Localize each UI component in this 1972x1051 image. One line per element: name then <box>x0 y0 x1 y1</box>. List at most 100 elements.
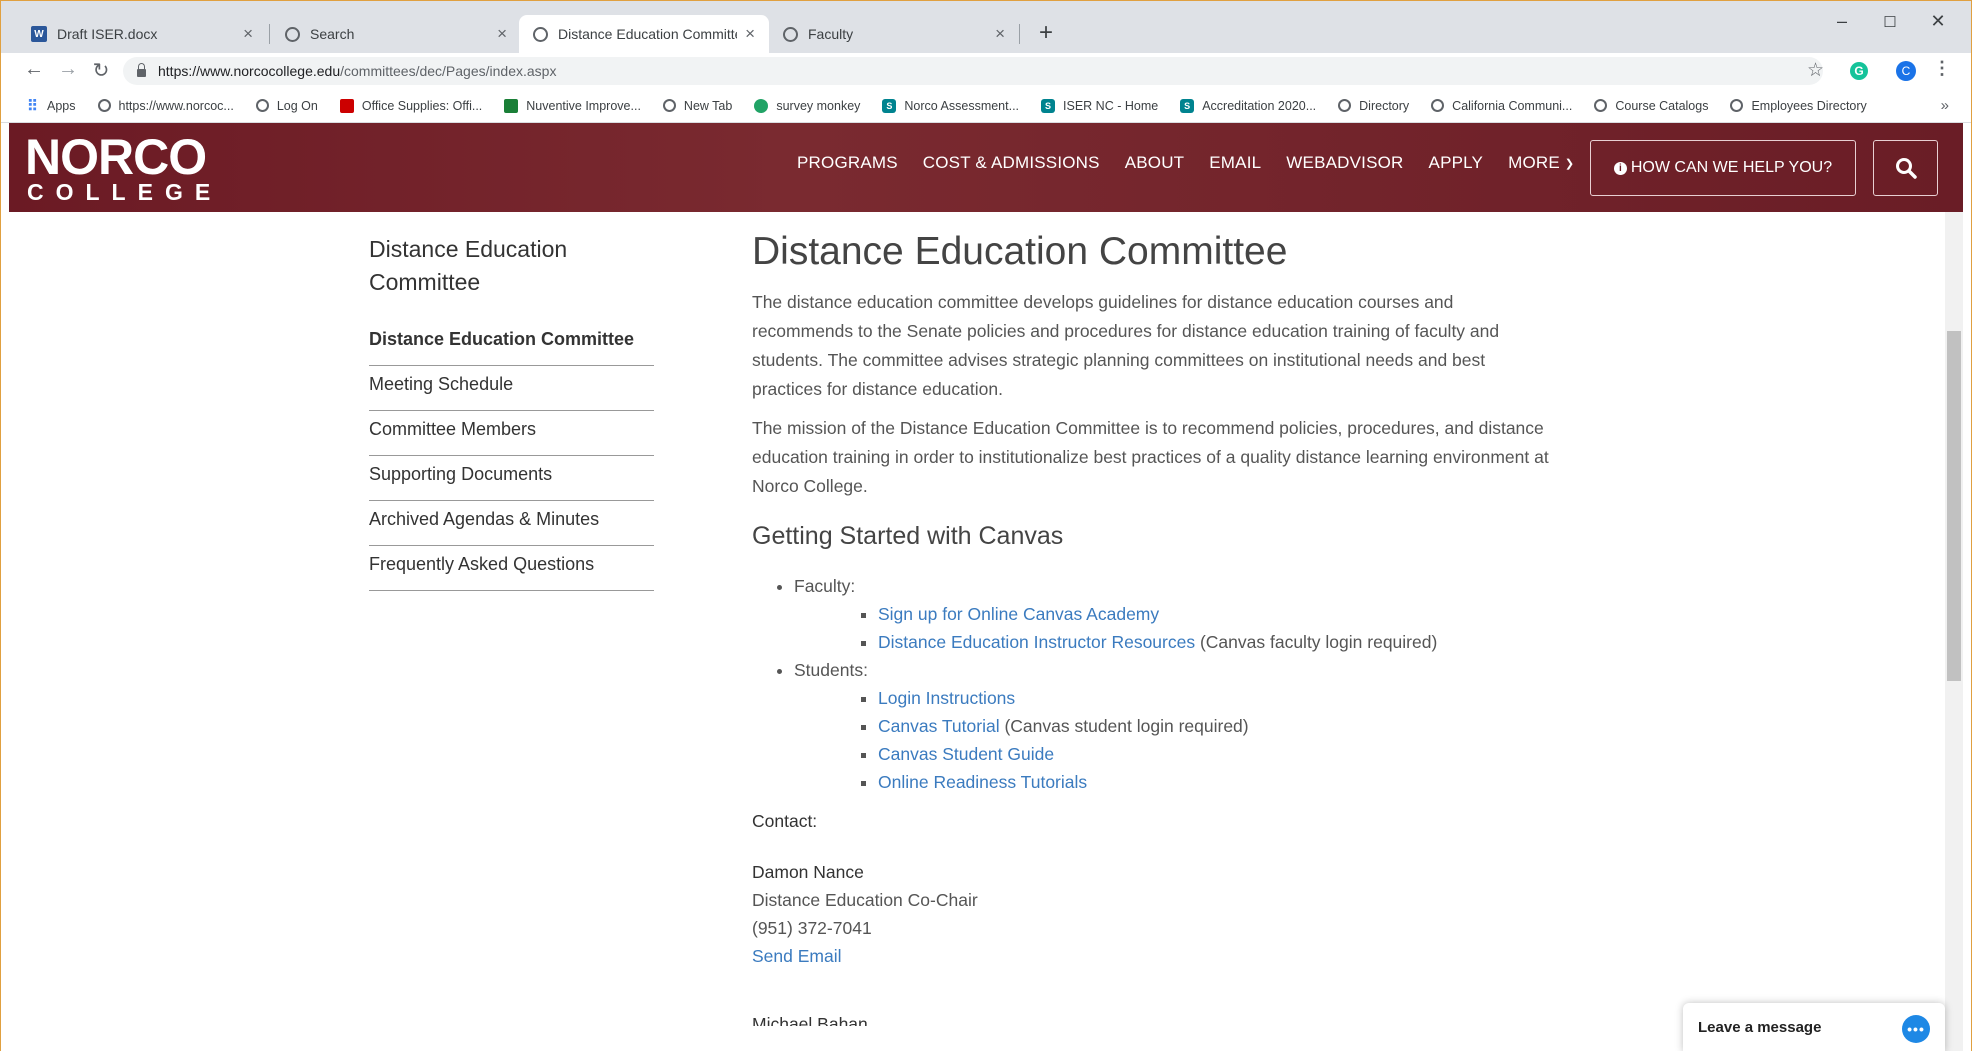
sidebar-item-archived-agendas-minutes[interactable]: Archived Agendas & Minutes <box>369 501 654 546</box>
back-icon[interactable]: ← <box>21 58 47 81</box>
bookmark-accreditation[interactable]: S Accreditation 2020... <box>1180 98 1316 113</box>
tab-strip: W Draft ISER.docx × Search × Distance Ed… <box>1 1 1971 53</box>
mission-paragraph: The mission of the Distance Education Co… <box>752 418 1549 496</box>
office-depot-icon <box>339 98 354 113</box>
bookmark-iser-nc-home[interactable]: S ISER NC - Home <box>1041 98 1158 113</box>
bookmark-course-catalogs[interactable]: Course Catalogs <box>1594 99 1708 113</box>
close-icon[interactable]: × <box>243 24 253 44</box>
sharepoint-icon: S <box>1180 98 1195 113</box>
help-button[interactable]: i HOW CAN WE HELP YOU? <box>1590 140 1856 196</box>
bookmark-employees-directory[interactable]: Employees Directory <box>1730 99 1867 113</box>
student-links: Login Instructions Canvas Tutorial (Canv… <box>878 684 1552 796</box>
sidebar-item-committee-members[interactable]: Committee Members <box>369 411 654 456</box>
window-close-icon[interactable]: ✕ <box>1915 11 1961 32</box>
nav-about[interactable]: ABOUT <box>1125 153 1185 173</box>
nav-email[interactable]: EMAIL <box>1209 153 1261 173</box>
main-content: Distance Education Committee The distanc… <box>752 226 1552 1026</box>
link-canvas-student-guide[interactable]: Canvas Student Guide <box>878 744 1054 764</box>
main-nav: PROGRAMS COST & ADMISSIONS ABOUT EMAIL W… <box>797 153 1599 173</box>
bookmark-log-on[interactable]: Log On <box>255 99 318 113</box>
forward-icon[interactable]: → <box>55 58 81 81</box>
bookmark-label: New Tab <box>683 98 733 113</box>
list-item: Online Readiness Tutorials <box>878 768 1552 796</box>
sidebar-item-supporting-documents[interactable]: Supporting Documents <box>369 456 654 501</box>
scrollbar-thumb[interactable] <box>1947 331 1961 681</box>
globe-icon <box>1338 99 1352 112</box>
bookmark-label: survey monkey <box>776 98 861 113</box>
contact-role: Distance Education Co-Chair <box>752 890 978 910</box>
bookmark-norco[interactable]: https://www.norcoc... <box>97 99 234 113</box>
globe-icon <box>1431 99 1445 112</box>
close-icon[interactable]: × <box>497 24 507 44</box>
bookmark-star-icon[interactable]: ☆ <box>1807 59 1824 82</box>
sidebar-item-faq[interactable]: Frequently Asked Questions <box>369 546 654 591</box>
globe-icon <box>285 26 300 42</box>
close-icon[interactable]: × <box>995 24 1005 44</box>
bookmark-label: Office Supplies: Offi... <box>361 98 483 113</box>
bookmark-norco-assessment[interactable]: S Norco Assessment... <box>882 98 1020 113</box>
chat-bubble-icon: ••• <box>1902 1015 1930 1043</box>
address-bar[interactable]: https://www.norcocollege.edu/committees/… <box>123 57 1823 85</box>
nav-webadvisor[interactable]: WEBADVISOR <box>1286 153 1403 173</box>
globe-icon <box>662 99 676 112</box>
chat-widget[interactable]: Leave a message ••• <box>1683 1003 1945 1051</box>
globe-icon <box>1594 99 1608 112</box>
logo-wordmark[interactable]: NORCO <box>25 131 207 183</box>
surveymonkey-icon <box>754 98 769 113</box>
sidebar: Distance Education Committee Distance Ed… <box>369 233 654 591</box>
bookmark-survey-monkey[interactable]: survey monkey <box>754 98 861 113</box>
minimize-icon[interactable]: – <box>1819 11 1865 32</box>
link-canvas-tutorial[interactable]: Canvas Tutorial <box>878 716 1000 736</box>
more-bookmarks-icon[interactable]: » <box>1941 97 1949 114</box>
link-login-instructions[interactable]: Login Instructions <box>878 688 1015 708</box>
tab-faculty[interactable]: Faculty × <box>769 15 1019 53</box>
new-tab-icon[interactable]: + <box>1031 19 1061 47</box>
nav-apply[interactable]: APPLY <box>1429 153 1484 173</box>
bookmark-directory[interactable]: Directory <box>1338 99 1409 113</box>
bookmark-apps[interactable]: ⠿ Apps <box>25 98 76 115</box>
lock-icon <box>137 63 146 77</box>
bookmark-label: Directory <box>1359 98 1410 113</box>
tab-distance-education-committee[interactable]: Distance Education Committee × <box>519 15 769 53</box>
link-instructor-resources[interactable]: Distance Education Instructor Resources <box>878 632 1195 652</box>
page-title: Distance Education Committee <box>752 230 1288 273</box>
students-label: Students: <box>794 660 868 680</box>
list-item-faculty: Faculty: Sign up for Online Canvas Acade… <box>794 572 1552 656</box>
logo-subtitle[interactable]: COLLEGE <box>27 179 222 206</box>
search-button[interactable] <box>1873 140 1938 196</box>
sidebar-item-meeting-schedule[interactable]: Meeting Schedule <box>369 366 654 411</box>
sidebar-nav: Distance Education Committee Meeting Sch… <box>369 321 654 591</box>
bookmark-california[interactable]: California Communi... <box>1431 99 1572 113</box>
globe-icon <box>1730 99 1744 112</box>
maximize-icon[interactable]: ☐ <box>1867 13 1913 31</box>
list-item: Distance Education Instructor Resources … <box>878 628 1552 656</box>
list-item: Login Instructions <box>878 684 1552 712</box>
nav-programs[interactable]: PROGRAMS <box>797 153 898 173</box>
tab-draft-iser[interactable]: W Draft ISER.docx × <box>17 15 267 53</box>
nav-cost-admissions[interactable]: COST & ADMISSIONS <box>923 153 1100 173</box>
send-email-link[interactable]: Send Email <box>752 946 842 966</box>
url-host: https://www.norcocollege.edu <box>158 63 341 79</box>
link-canvas-academy[interactable]: Sign up for Online Canvas Academy <box>878 604 1159 624</box>
faculty-links: Sign up for Online Canvas Academy Distan… <box>878 600 1552 656</box>
close-icon[interactable]: × <box>745 24 755 44</box>
sidebar-item-distance-education-committee[interactable]: Distance Education Committee <box>369 321 654 366</box>
list-item: Sign up for Online Canvas Academy <box>878 600 1552 628</box>
canvas-subheading: Getting Started with Canvas <box>752 522 1064 550</box>
bookmark-nuventive[interactable]: Nuventive Improve... <box>504 98 641 113</box>
contact-label: Contact: <box>752 811 818 831</box>
bookmark-label: Apps <box>47 98 76 113</box>
globe-icon <box>97 99 111 112</box>
reload-icon[interactable]: ↻ <box>88 58 114 83</box>
bookmark-label: Norco Assessment... <box>904 98 1020 113</box>
bookmark-new-tab[interactable]: New Tab <box>662 98 733 113</box>
profile-avatar[interactable]: C <box>1896 61 1916 81</box>
link-online-readiness-tutorials[interactable]: Online Readiness Tutorials <box>878 772 1087 792</box>
contact-name: Damon Nance <box>752 862 864 882</box>
bookmark-office-supplies[interactable]: Office Supplies: Offi... <box>339 98 483 113</box>
menu-kebab-icon[interactable]: ⋮ <box>1933 58 1951 79</box>
nav-more[interactable]: MORE ❯ <box>1508 153 1574 173</box>
tab-search[interactable]: Search × <box>271 15 521 53</box>
grammarly-extension-icon[interactable]: G <box>1850 62 1868 80</box>
word-icon: W <box>31 26 47 42</box>
